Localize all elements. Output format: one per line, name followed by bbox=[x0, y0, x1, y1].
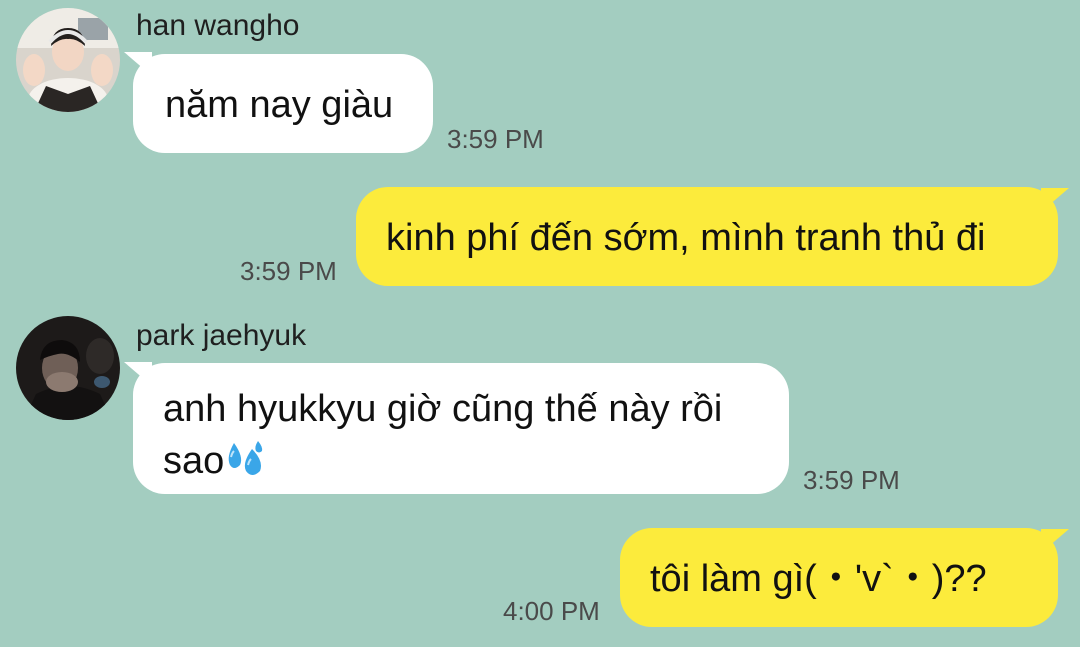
message-timestamp: 4:00 PM bbox=[503, 596, 600, 626]
message-timestamp: 3:59 PM bbox=[240, 256, 337, 286]
avatar-park-jaehyuk[interactable] bbox=[16, 316, 120, 420]
bubble-tail bbox=[1041, 188, 1069, 212]
message-text: tôi làm gì(・'v`・)?? bbox=[650, 558, 987, 600]
message-text: năm nay giàu bbox=[165, 84, 394, 126]
message-bubble-outgoing[interactable]: tôi làm gì(・'v`・)?? bbox=[620, 528, 1058, 627]
bubble-tail bbox=[1041, 529, 1069, 553]
sender-name: han wangho bbox=[136, 9, 300, 42]
message-bubble-outgoing[interactable]: kinh phí đến sớm, mình tranh thủ đi bbox=[356, 187, 1058, 286]
message-bubble-incoming[interactable]: anh hyukkyu giờ cũng thế này rồi sao bbox=[133, 363, 789, 494]
message-timestamp: 3:59 PM bbox=[803, 465, 900, 495]
message-text: kinh phí đến sớm, mình tranh thủ đi bbox=[386, 217, 986, 259]
message-timestamp: 3:59 PM bbox=[447, 124, 544, 154]
message-text-line-2: sao bbox=[163, 435, 759, 493]
avatar-han-wangho[interactable] bbox=[16, 8, 120, 112]
sender-name: park jaehyuk bbox=[136, 319, 307, 352]
message-bubble-incoming[interactable]: năm nay giàu bbox=[133, 54, 433, 153]
message-text-line: anh hyukkyu giờ cũng thế này rồi bbox=[163, 388, 723, 430]
message-text: sao bbox=[163, 440, 225, 482]
sweat-droplets-icon bbox=[224, 439, 268, 493]
